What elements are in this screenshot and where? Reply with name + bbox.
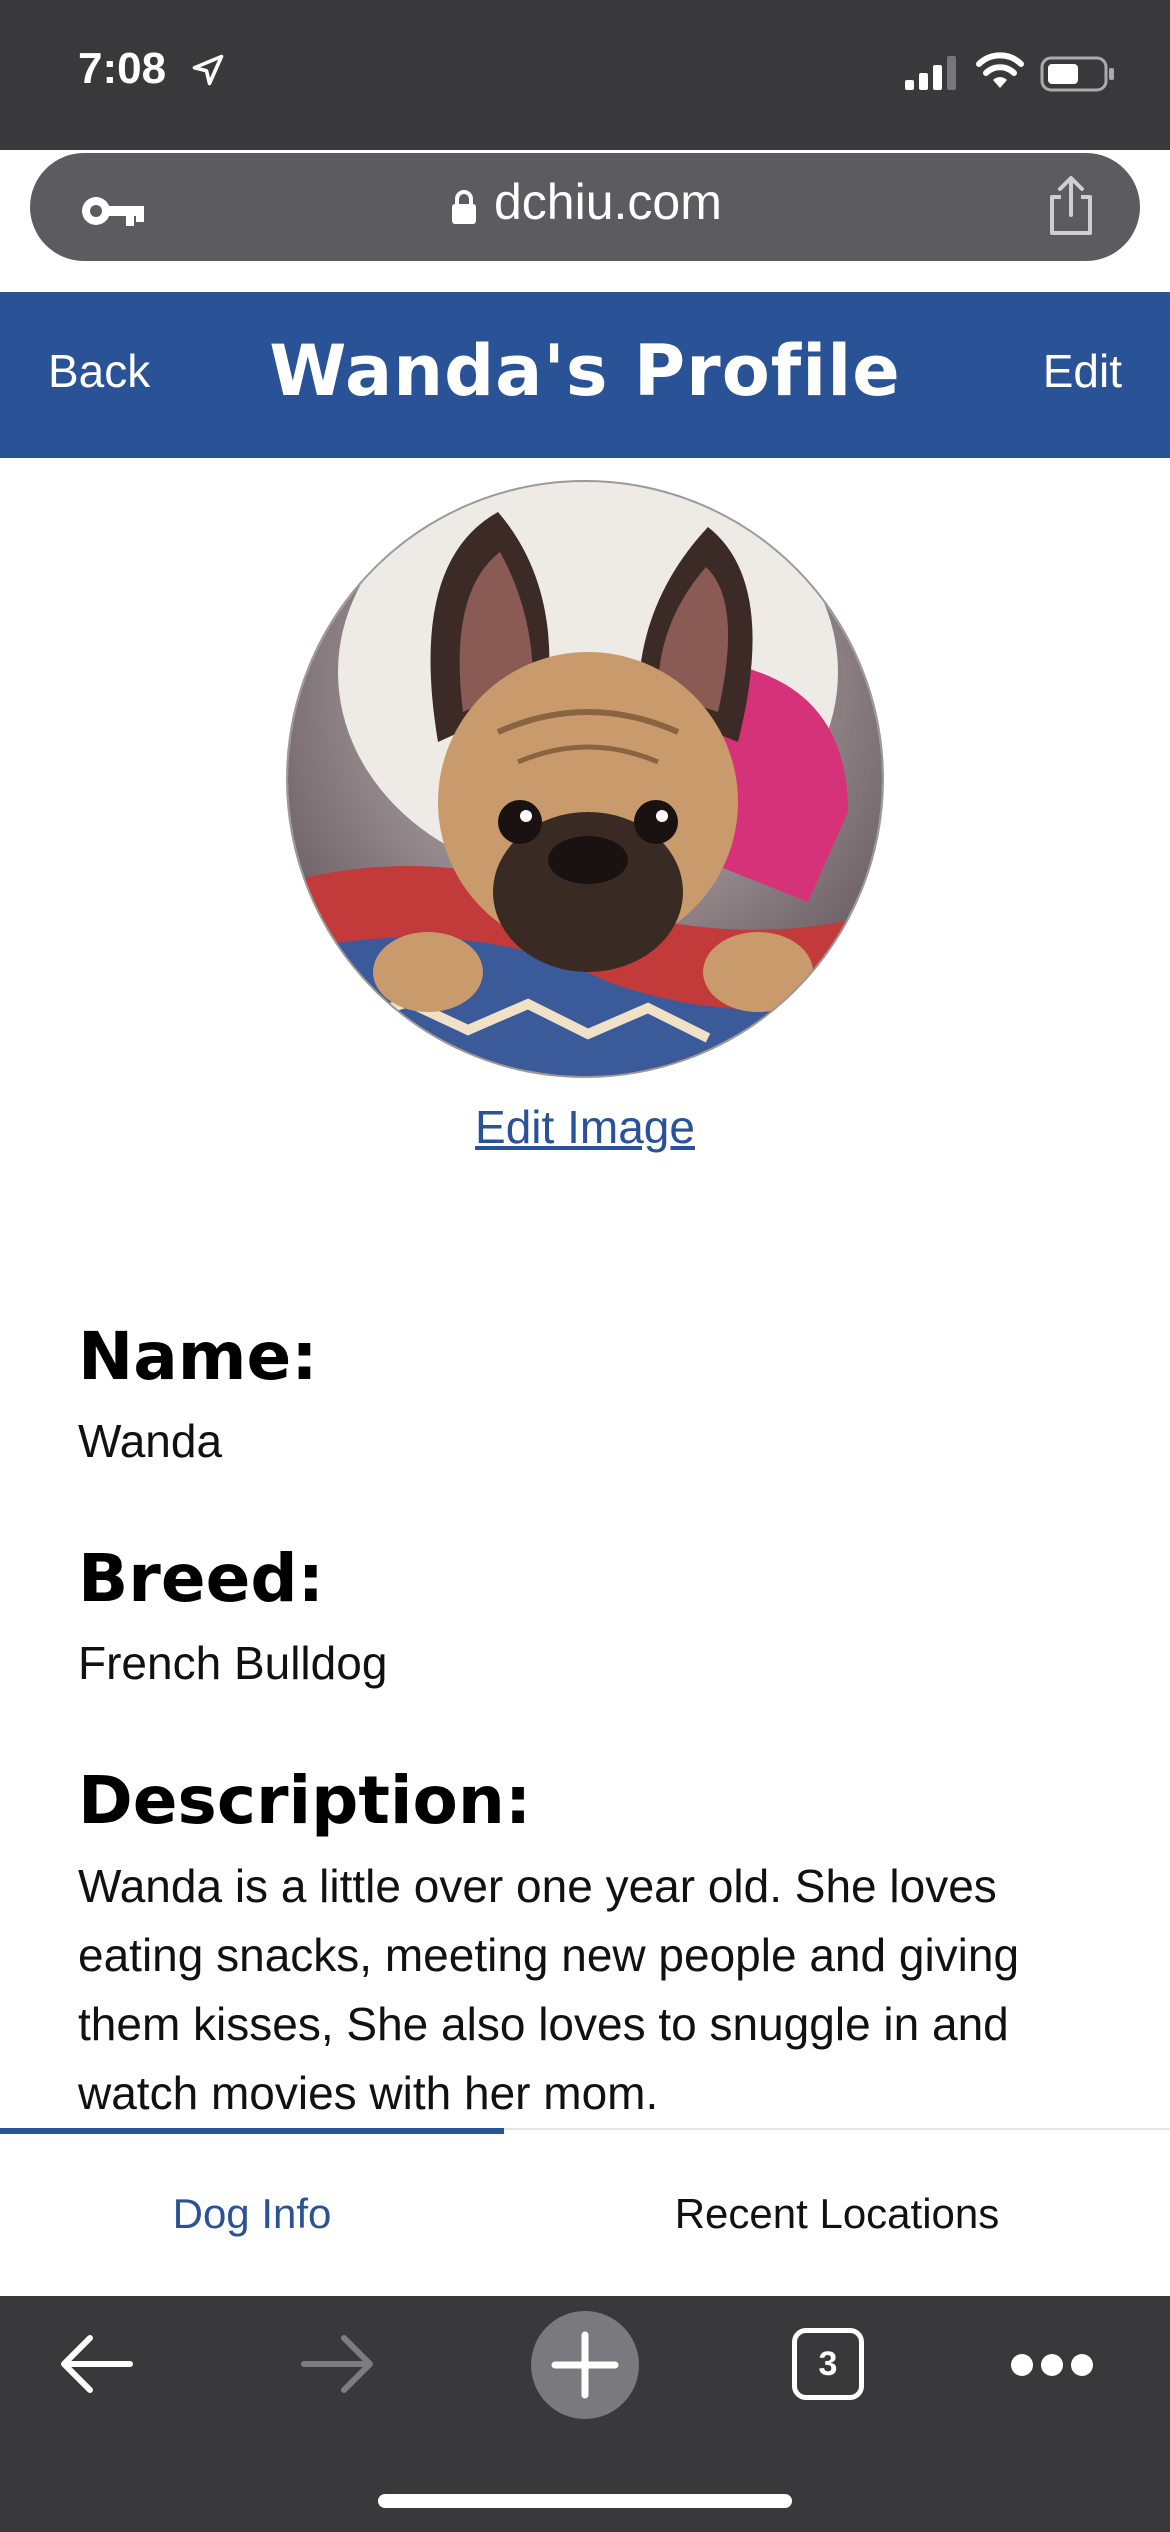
forward-arrow-icon[interactable] [300, 2332, 376, 2396]
breed-label: Breed: [78, 1540, 325, 1617]
tab-count: 3 [818, 2344, 838, 2383]
description-label: Description: [78, 1762, 532, 1839]
name-value: Wanda [78, 1415, 223, 1467]
lock-icon [452, 190, 476, 224]
breed-value: French Bulldog [78, 1637, 388, 1689]
share-icon[interactable] [1046, 175, 1096, 237]
more-menu-icon[interactable] [1010, 2350, 1094, 2380]
dog-profile-photo [286, 480, 884, 1078]
address-bar[interactable]: dchiu.com [30, 153, 1140, 261]
back-arrow-icon[interactable] [58, 2332, 134, 2396]
tab-recent-locations[interactable]: Recent Locations [504, 2130, 1170, 2298]
name-label: Name: [78, 1318, 318, 1395]
location-arrow-icon [192, 54, 224, 86]
edit-button[interactable]: Edit [1043, 344, 1122, 398]
back-button[interactable]: Back [48, 344, 150, 398]
description-value: Wanda is a little over one year old. She… [78, 1860, 1020, 2119]
key-icon[interactable] [80, 193, 146, 229]
edit-image-link[interactable]: Edit Image [0, 1100, 1170, 1154]
new-tab-plus-icon[interactable] [530, 2310, 640, 2420]
tab-dog-info[interactable]: Dog Info [0, 2130, 504, 2298]
cellular-signal-icon [905, 56, 956, 90]
page-title: Wanda's Profile [269, 330, 901, 412]
app-header: Wanda's Profile Back Edit [0, 292, 1170, 458]
wifi-icon [976, 52, 1024, 88]
status-time: 7:08 [78, 44, 167, 93]
url-text[interactable]: dchiu.com [494, 173, 722, 231]
tabs-button[interactable]: 3 [792, 2328, 864, 2400]
battery-icon [1040, 56, 1114, 92]
home-indicator[interactable] [378, 2494, 792, 2508]
tab-bar: Dog Info Recent Locations [0, 2128, 1170, 2296]
status-bar: 7:08 [0, 0, 1170, 150]
